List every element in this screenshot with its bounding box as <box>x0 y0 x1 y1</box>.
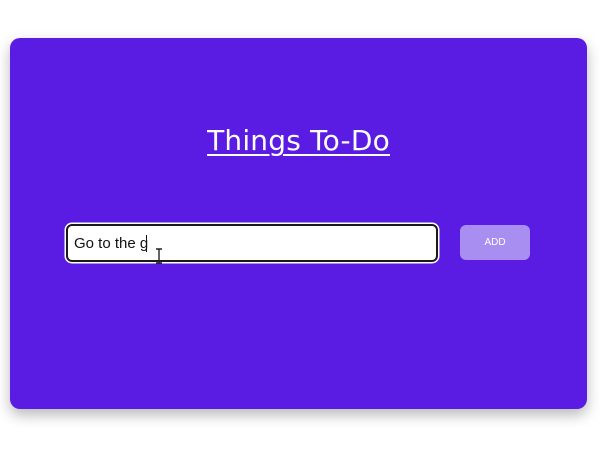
text-cursor-ibeam-icon <box>156 248 162 264</box>
todo-card: Things To-Do ADD <box>10 38 587 409</box>
text-caret <box>146 235 147 252</box>
todo-input-container[interactable] <box>66 224 438 262</box>
add-button[interactable]: ADD <box>460 225 530 260</box>
page-title: Things To-Do <box>207 124 390 157</box>
todo-input[interactable] <box>74 226 424 260</box>
